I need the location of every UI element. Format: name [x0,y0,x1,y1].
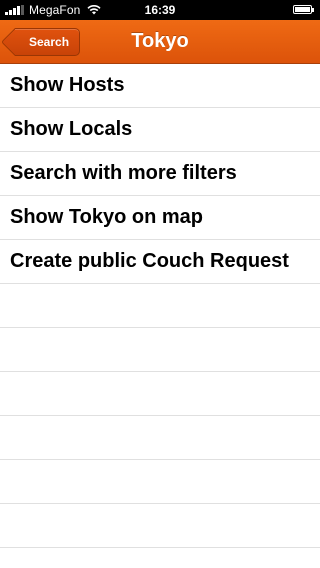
menu-item-show-hosts[interactable]: Show Hosts [0,64,320,108]
menu-item-label: Create public Couch Request [10,250,289,272]
menu-item-show-on-map[interactable]: Show Tokyo on map [0,196,320,240]
empty-row [0,504,320,548]
empty-row [0,328,320,372]
back-button[interactable]: Search [15,28,81,56]
menu-item-label: Show Tokyo on map [10,206,203,228]
empty-row [0,372,320,416]
empty-row [0,284,320,328]
empty-row [0,460,320,504]
menu-item-couch-request[interactable]: Create public Couch Request [0,240,320,284]
menu-item-label: Show Locals [10,118,133,140]
menu-item-search-filters[interactable]: Search with more filters [0,152,320,196]
status-bar: MegaFon 16:39 [0,0,320,20]
menu-item-label: Show Hosts [10,74,125,96]
navigation-bar: Search Tokyo [0,20,320,64]
menu-item-show-locals[interactable]: Show Locals [0,108,320,152]
battery-icon [293,5,315,15]
menu-list: Show Hosts Show Locals Search with more … [0,64,320,568]
menu-item-label: Search with more filters [10,162,237,184]
empty-row [0,416,320,460]
back-button-label: Search [29,35,70,49]
status-time: 16:39 [144,3,176,17]
screen: MegaFon 16:39 Search Tokyo Show Hosts Sh… [0,0,320,568]
